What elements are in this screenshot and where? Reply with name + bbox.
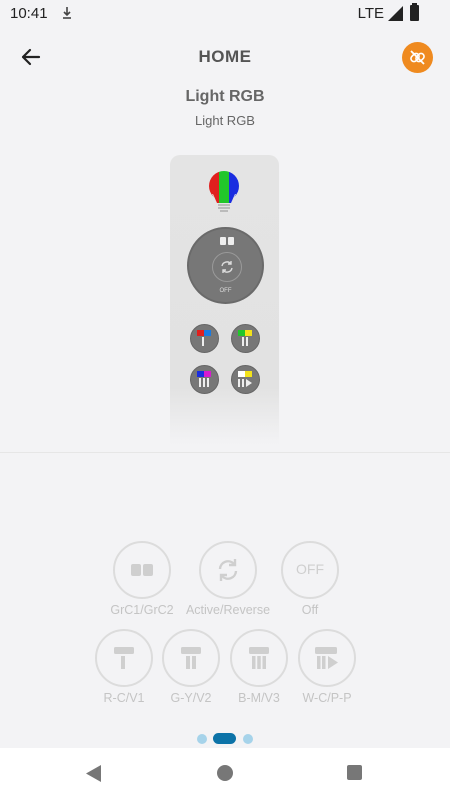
app-bar: HOME: [0, 28, 450, 86]
remote-key-2: [231, 324, 260, 353]
channel-1-icon: [114, 647, 134, 669]
page-dot-3[interactable]: [243, 734, 253, 744]
group-icon: [220, 237, 234, 245]
nav-recent-icon[interactable]: [347, 765, 362, 780]
off-circle[interactable]: OFF: [281, 541, 339, 599]
remote-control-wheel: OFF: [187, 227, 264, 304]
grc-button[interactable]: GrC1/GrC2: [101, 541, 183, 617]
cell-signal-icon: [388, 6, 403, 21]
grc-circle[interactable]: [113, 541, 171, 599]
page-indicator: [0, 733, 450, 745]
remote-key-4: [231, 365, 260, 394]
grc-label: GrC1/GrC2: [110, 603, 174, 617]
battery-icon: [410, 3, 419, 21]
refresh-icon: [221, 261, 233, 273]
bulb-icon: [209, 171, 239, 212]
page-dot-1[interactable]: [197, 734, 207, 744]
device-subtitle: Light RGB: [195, 113, 255, 128]
wc-pp-button[interactable]: W-C/P-P: [292, 629, 362, 705]
status-network: LTE: [357, 5, 384, 22]
off-label: Off: [301, 603, 319, 617]
page-dot-2-active[interactable]: [213, 733, 236, 744]
channel-3-icon: [249, 647, 269, 669]
key-4-icon: [238, 371, 252, 387]
rc-v1-button[interactable]: R-C/V1: [89, 629, 159, 705]
nav-home-icon[interactable]: [217, 765, 233, 781]
active-reverse-button[interactable]: Active/Reverse: [181, 541, 275, 617]
wc-pp-circle[interactable]: [298, 629, 356, 687]
system-nav-bar: [0, 748, 450, 800]
remote-key-1: [190, 324, 219, 353]
rc-v1-circle[interactable]: [95, 629, 153, 687]
refresh-icon: [218, 559, 238, 581]
off-text: OFF: [296, 561, 324, 577]
wheel-center: [212, 252, 242, 282]
link-off-icon: [410, 50, 425, 65]
off-button[interactable]: OFF Off: [272, 541, 348, 617]
bm-v3-circle[interactable]: [230, 629, 288, 687]
status-bar: 10:41 LTE: [0, 0, 450, 28]
status-time: 10:41: [10, 5, 48, 22]
disconnect-button[interactable]: [402, 42, 433, 73]
gy-v2-circle[interactable]: [162, 629, 220, 687]
remote-illustration: OFF: [170, 155, 279, 445]
page-title: HOME: [198, 47, 252, 66]
key-1-icon: [197, 330, 211, 346]
group-icon: [131, 564, 153, 576]
gy-v2-button[interactable]: G-Y/V2: [156, 629, 226, 705]
bm-v3-button[interactable]: B-M/V3: [224, 629, 294, 705]
wheel-off-label: OFF: [219, 288, 232, 294]
gy-v2-label: G-Y/V2: [170, 691, 212, 705]
active-reverse-circle[interactable]: [199, 541, 257, 599]
data-sync-icon: [63, 7, 71, 19]
active-reverse-label: Active/Reverse: [185, 603, 271, 617]
bm-v3-label: B-M/V3: [238, 691, 280, 705]
device-name: Light RGB: [185, 88, 265, 105]
key-3-icon: [197, 371, 211, 387]
divider: [0, 452, 450, 453]
rc-v1-label: R-C/V1: [103, 691, 145, 705]
channel-2-icon: [181, 647, 201, 669]
play-pause-icon: [315, 647, 338, 669]
key-2-icon: [238, 330, 252, 346]
remote-key-3: [190, 365, 219, 394]
nav-back-icon[interactable]: [86, 765, 102, 782]
wc-pp-label: W-C/P-P: [302, 691, 352, 705]
